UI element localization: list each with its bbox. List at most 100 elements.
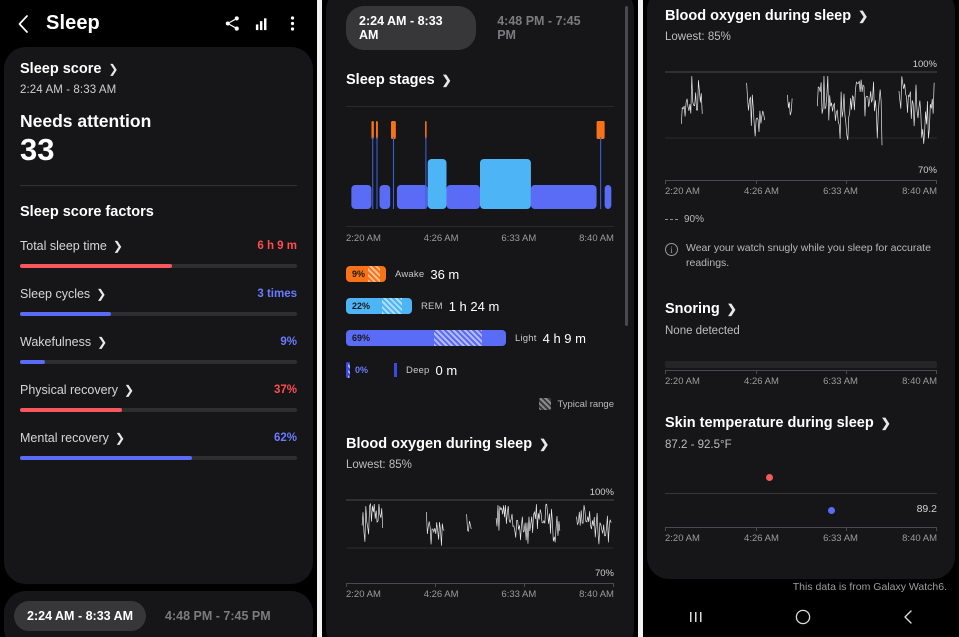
skin-temperature-title: Skin temperature during sleep	[665, 415, 874, 432]
stage-name: Deep	[406, 364, 430, 376]
stage-legend-row: 22% REM 1 h 24 m	[346, 298, 614, 314]
factor-value: 9%	[280, 335, 297, 348]
snoring-track	[665, 361, 937, 369]
sleep-stages-axis: 2:20 AM 4:26 AM 6:33 AM 8:40 AM	[346, 233, 614, 244]
tab-session-other[interactable]: 4:48 PM - 7:45 PM	[152, 601, 284, 631]
sleep-stages-header[interactable]: Sleep stages ❯	[346, 72, 614, 88]
data-source-label: This data is from Galaxy Watch6.	[792, 581, 947, 593]
blood-oxygen-y-top: 100%	[912, 59, 937, 70]
skin-temperature-header[interactable]: Skin temperature during sleep ❯	[665, 415, 937, 431]
axis-label: 4:26 AM	[744, 533, 779, 545]
session-tabs-2: 2:24 AM - 8:33 AM 4:48 PM - 7:45 PM	[346, 6, 614, 50]
factor-label: Sleep cycles ❯	[20, 286, 107, 301]
spo2-svg	[665, 71, 937, 146]
typical-range-label: Typical range	[557, 398, 614, 410]
typical-range-hatch	[368, 266, 380, 282]
session-tabs-card: 2:24 AM - 8:33 AM 4:48 PM - 7:45 PM	[4, 591, 313, 637]
chevron-right-icon: ❯	[114, 430, 125, 445]
typical-range-hatch	[434, 330, 482, 346]
axis-label: 2:20 AM	[346, 233, 381, 244]
sleep-score-header[interactable]: Sleep score ❯	[20, 61, 297, 77]
factor-value: 3 times	[257, 287, 297, 300]
factor-value: 62%	[273, 431, 297, 444]
dashed-line-icon	[665, 219, 678, 220]
overflow-menu-icon[interactable]	[277, 9, 307, 39]
blood-oxygen-chart-2: 100% 70% 2:20 AM 4:26 AM 6:33 AM 8:40 AM	[346, 487, 614, 600]
system-navigation-bar	[643, 597, 959, 637]
snoring-axis: 2:20 AM 4:26 AM 6:33 AM 8:40 AM	[665, 370, 937, 387]
factor-progress-fill	[20, 263, 173, 268]
factor-row[interactable]: Sleep cycles ❯ 3 times	[20, 287, 297, 316]
sleep-score-title: Sleep score	[20, 61, 102, 77]
chevron-right-icon: ❯	[108, 62, 119, 76]
blood-oxygen-axis-3: 2:20 AM 4:26 AM 6:33 AM 8:40 AM	[665, 180, 937, 197]
factor-label: Mental recovery ❯	[20, 430, 125, 445]
back-icon[interactable]	[901, 609, 915, 625]
stage-duration: 36 m	[430, 266, 460, 282]
snoring-title: Snoring	[665, 301, 720, 318]
sleep-score-factors-title: Sleep score factors	[20, 203, 154, 220]
axis-label: 8:40 AM	[902, 186, 937, 197]
home-icon[interactable]	[794, 608, 812, 626]
skin-temp-high-dot	[765, 474, 773, 482]
skin-temp-marker-value: 89.2	[916, 503, 937, 516]
chevron-right-icon: ❯	[539, 437, 550, 451]
skin-temperature-axis: 2:20 AM 4:26 AM 6:33 AM 8:40 AM	[665, 527, 937, 544]
page-title: Sleep	[46, 12, 100, 34]
factor-progress-track	[20, 263, 297, 268]
sleep-score-time-range: 2:24 AM - 8:33 AM	[20, 84, 117, 96]
tab-session-selected-2[interactable]: 2:24 AM - 8:33 AM	[346, 6, 477, 50]
stage-duration: 1 h 24 m	[448, 298, 500, 314]
hatch-swatch-icon	[539, 398, 552, 410]
factor-label: Physical recovery ❯	[20, 382, 135, 397]
axis-label: 2:20 AM	[665, 533, 700, 545]
blood-oxygen-header-2[interactable]: Blood oxygen during sleep ❯	[346, 436, 614, 452]
blood-oxygen-title: Blood oxygen during sleep	[346, 436, 533, 452]
snoring-header[interactable]: Snoring ❯	[665, 301, 937, 317]
stage-duration: 0 m	[435, 362, 458, 378]
scrollbar[interactable]	[625, 6, 628, 326]
stage-percent: 0%	[355, 365, 369, 375]
factor-row[interactable]: Physical recovery ❯ 37%	[20, 383, 297, 412]
sleep-score-card: Sleep score ❯ 2:24 AM - 8:33 AM Needs at…	[4, 47, 313, 584]
panel-sleep-score: Sleep Sleep score ❯ 2:24 AM - 8:33 AM Ne…	[0, 0, 317, 637]
sleep-stages-legend: 9% Awake 36 m 22% REM 1 h 24 m 69% Light 4 h 9 m…	[346, 266, 614, 378]
blood-oxygen-header-3[interactable]: Blood oxygen during sleep ❯	[665, 8, 937, 24]
blood-oxygen-lowest: Lowest: 85%	[665, 31, 731, 43]
sleep-stages-card: 2:24 AM - 8:33 AM 4:48 PM - 7:45 PM Slee…	[326, 0, 634, 637]
stage-name: Light	[515, 332, 537, 344]
stage-percent: 9%	[352, 269, 366, 279]
screenshot-root: Sleep Sleep score ❯ 2:24 AM - 8:33 AM Ne…	[0, 0, 959, 637]
factor-progress-track	[20, 407, 297, 412]
recents-icon[interactable]	[687, 609, 705, 625]
tab-session-other-2[interactable]: 4:48 PM - 7:45 PM	[484, 6, 614, 50]
factor-row[interactable]: Mental recovery ❯ 62%	[20, 431, 297, 460]
axis-label: 4:26 AM	[423, 233, 459, 244]
typical-range-hatch	[382, 298, 403, 314]
spo2-svg	[346, 499, 614, 549]
chevron-right-icon: ❯	[726, 302, 737, 317]
factor-row[interactable]: Wakefulness ❯ 9%	[20, 335, 297, 364]
factor-label: Wakefulness ❯	[20, 334, 108, 349]
sleep-stages-title: Sleep stages	[346, 72, 435, 88]
back-arrow-icon[interactable]	[10, 10, 38, 38]
share-icon[interactable]	[217, 9, 247, 39]
chevron-right-icon: ❯	[123, 382, 135, 397]
factor-value: 6 h 9 m	[257, 239, 297, 252]
hypnogram-svg	[351, 121, 612, 209]
axis-label: 8:40 AM	[902, 533, 937, 545]
axis-label: 4:26 AM	[744, 376, 779, 388]
chevron-right-icon: ❯	[880, 416, 891, 431]
stage-bar: 9%	[346, 266, 386, 282]
axis-label: 6:33 AM	[501, 589, 537, 600]
factor-row[interactable]: Total sleep time ❯ 6 h 9 m	[20, 239, 297, 268]
blood-oxygen-y-bottom: 70%	[917, 165, 937, 176]
tab-session-selected[interactable]: 2:24 AM - 8:33 AM	[14, 601, 147, 631]
stage-name: Awake	[395, 268, 425, 280]
stage-percent: 22%	[352, 301, 371, 311]
info-icon: i	[665, 243, 678, 256]
axis-label: 6:33 AM	[823, 186, 858, 197]
bar-chart-icon[interactable]	[247, 9, 277, 39]
stage-bar: 22%	[346, 298, 412, 314]
sleep-stages-chart	[346, 106, 614, 226]
